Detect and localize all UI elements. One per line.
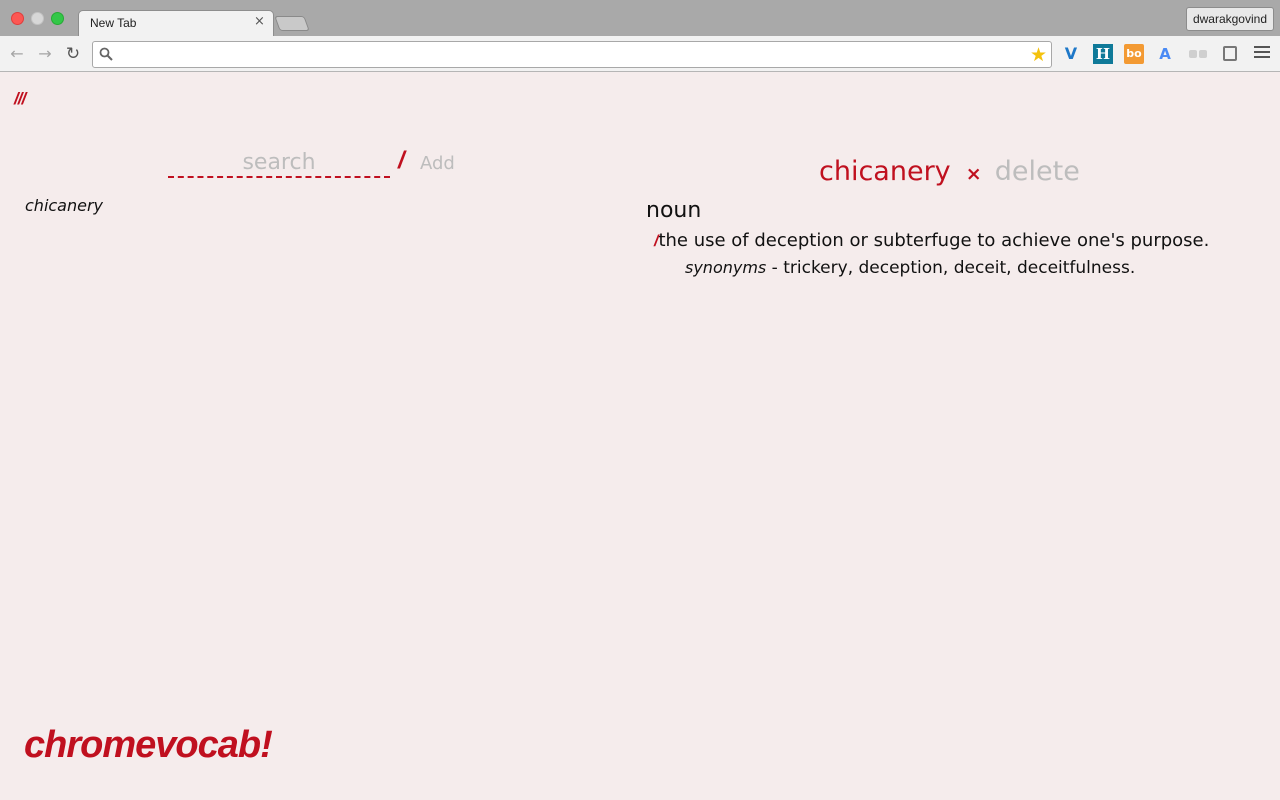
back-arrow-icon[interactable]: ←	[6, 43, 28, 65]
search-slash-mark: /	[398, 147, 405, 174]
synonyms-text: trickery, deception, deceit, deceitfulne…	[783, 258, 1136, 278]
window-close-button[interactable]	[11, 12, 24, 25]
bo-extension-icon[interactable]: bo	[1124, 44, 1144, 64]
menu-icon[interactable]	[1254, 46, 1270, 62]
new-tab-button[interactable]	[274, 16, 310, 31]
logo-mark[interactable]: ///	[14, 89, 26, 109]
tab-title: New Tab	[90, 16, 137, 30]
h-extension-icon[interactable]: H	[1093, 44, 1113, 64]
delete-button[interactable]: delete	[995, 156, 1080, 187]
word-list: chicanery	[25, 196, 103, 215]
profile-button[interactable]: dwarakgovind	[1185, 7, 1274, 31]
mask-extension-icon[interactable]	[1188, 44, 1208, 64]
search-icon	[99, 47, 113, 61]
synonyms-label: synonyms	[685, 258, 767, 277]
reload-icon[interactable]: ↻	[62, 43, 84, 65]
remove-icon[interactable]: ×	[966, 163, 982, 185]
brand-logo: chromevocab!	[24, 724, 273, 766]
window-maximize-button[interactable]	[51, 12, 64, 25]
entry-header: chicanery × delete	[819, 156, 1080, 187]
definition-text: the use of deception or subterfuge to ac…	[658, 230, 1210, 251]
inbox-extension-icon[interactable]	[1220, 44, 1240, 64]
add-button[interactable]: Add	[420, 153, 455, 174]
entry-word: chicanery	[819, 156, 951, 187]
bookmark-star-icon[interactable]: ★	[1030, 44, 1047, 66]
synonyms-row: synonyms - trickery, deception, deceit, …	[685, 258, 1135, 278]
synonyms-separator: -	[766, 258, 784, 278]
address-bar[interactable]: ★	[92, 41, 1052, 68]
word-list-item[interactable]: chicanery	[25, 196, 103, 215]
v-extension-icon[interactable]: V	[1061, 44, 1081, 64]
search-field[interactable]	[168, 148, 390, 178]
chromevocab-page: /// / Add chicanery chicanery × delete n…	[0, 72, 1280, 800]
forward-arrow-icon[interactable]: →	[34, 43, 56, 65]
title-bar: New Tab × dwarakgovind	[0, 0, 1280, 36]
search-input[interactable]	[168, 148, 390, 176]
window-minimize-button[interactable]	[31, 12, 44, 25]
address-input[interactable]	[117, 44, 1017, 65]
definition-row: /the use of deception or subterfuge to a…	[654, 230, 1209, 251]
part-of-speech: noun	[646, 198, 702, 223]
tab-close-icon[interactable]: ×	[254, 14, 265, 29]
browser-toolbar: ← → ↻ ★ V H bo A	[0, 36, 1280, 72]
translate-extension-icon[interactable]: A	[1155, 44, 1175, 64]
